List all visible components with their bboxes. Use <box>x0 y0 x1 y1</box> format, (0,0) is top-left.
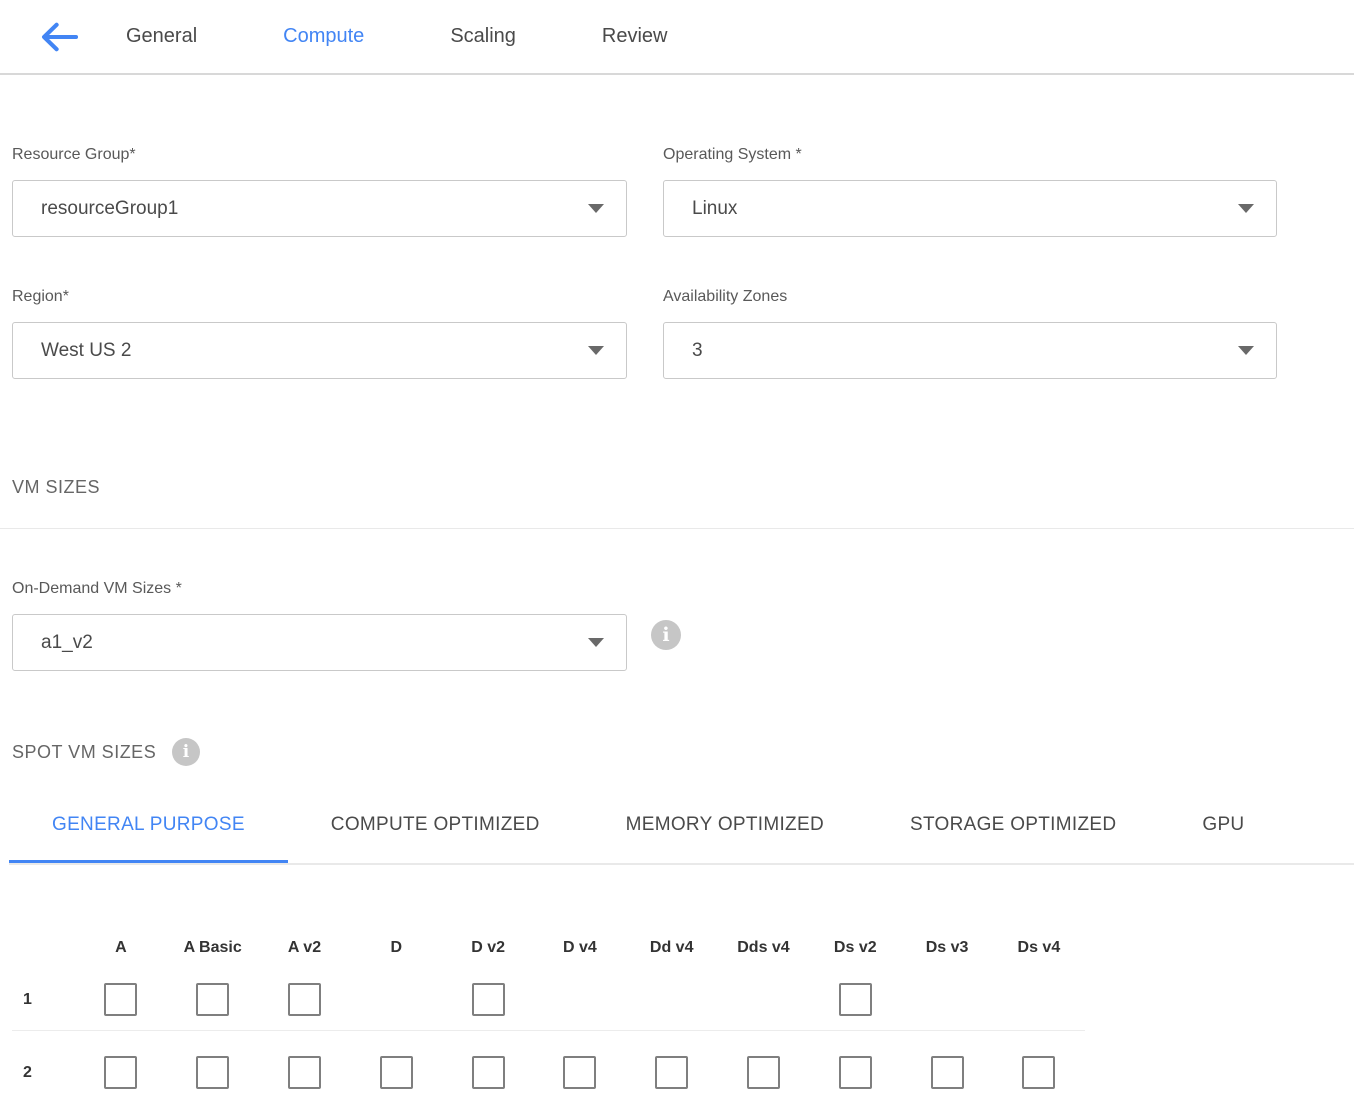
vm-table-header-row: AA BasicA v2DD v2D v4Dd v4Dds v4Ds v2Ds … <box>12 937 1354 958</box>
vm-size-checkbox-ds-v2-row2[interactable] <box>839 1056 872 1089</box>
form-row-2: Region* West US 2 Availability Zones 3 <box>12 287 1354 379</box>
vm-column-header-a-v2: A v2 <box>259 937 351 958</box>
spot-tab-storage-optimized[interactable]: STORAGE OPTIMIZED <box>867 813 1159 865</box>
vm-table-cell <box>75 983 167 1016</box>
vm-size-checkbox-d-v4-row2[interactable] <box>563 1056 596 1089</box>
vm-table-cell <box>350 1056 442 1089</box>
vm-size-checkbox-a-row1[interactable] <box>104 983 137 1016</box>
field-region: Region* West US 2 <box>12 287 627 379</box>
spot-vm-sizes-heading: SPOT VM SIZES i <box>12 738 1354 766</box>
info-glyph: i <box>183 741 190 763</box>
spot-tab-compute-optimized[interactable]: COMPUTE OPTIMIZED <box>288 813 583 865</box>
select-value: West US 2 <box>41 340 131 362</box>
vm-table-cell <box>809 1056 901 1089</box>
on-demand-vm-sizes-select[interactable]: a1_v2 <box>12 614 627 671</box>
form-row-1: Resource Group* resourceGroup1 Operating S… <box>12 145 1354 237</box>
spot-vm-size-table: AA BasicA v2DD v2D v4Dd v4Dds v4Ds v2Ds … <box>12 937 1354 1098</box>
tab-general[interactable]: General <box>126 25 197 48</box>
vm-table-cell <box>993 1056 1085 1089</box>
section-divider <box>0 528 1354 529</box>
vm-size-checkbox-ds-v2-row1[interactable] <box>839 983 872 1016</box>
select-value: a1_v2 <box>41 632 93 654</box>
vm-table-cell <box>259 983 351 1016</box>
vm-table-cell <box>442 983 534 1016</box>
vm-table-cell <box>534 1056 626 1089</box>
select-value: Linux <box>692 198 737 220</box>
info-icon[interactable]: i <box>172 738 200 766</box>
spot-heading-label: SPOT VM SIZES <box>12 741 156 763</box>
vm-size-checkbox-a-basic-row1[interactable] <box>196 983 229 1016</box>
spot-tab-memory-optimized[interactable]: MEMORY OPTIMIZED <box>583 813 867 865</box>
vm-size-checkbox-a-v2-row1[interactable] <box>288 983 321 1016</box>
vm-table-cell <box>718 1056 810 1089</box>
vm-table-cell <box>167 1056 259 1089</box>
vm-size-checkbox-a-basic-row2[interactable] <box>196 1056 229 1089</box>
field-label: Availability Zones <box>663 287 1277 307</box>
step-tabs: General Compute Scaling Review <box>126 25 668 48</box>
info-icon[interactable]: i <box>651 620 681 650</box>
vm-sizes-heading: VM SIZES <box>12 476 1354 498</box>
vm-table-cell <box>442 1056 534 1089</box>
tab-review[interactable]: Review <box>602 25 668 48</box>
vm-column-header-dds-v4: Dds v4 <box>718 937 810 958</box>
row-label: 2 <box>12 1064 75 1082</box>
spot-tab-general-purpose[interactable]: GENERAL PURPOSE <box>9 813 288 865</box>
chevron-down-icon <box>588 204 604 213</box>
vm-size-checkbox-ds-v3-row2[interactable] <box>931 1056 964 1089</box>
vm-table-cell <box>167 983 259 1016</box>
field-resource-group: Resource Group* resourceGroup1 <box>12 145 627 237</box>
on-demand-row: a1_v2 i <box>12 599 1354 671</box>
compute-form: Resource Group* resourceGroup1 Operating S… <box>0 145 1354 1098</box>
vm-table-cell <box>259 1056 351 1089</box>
vm-column-header-a-basic: A Basic <box>167 937 259 958</box>
arrow-left-icon <box>38 20 80 54</box>
operating-system-select[interactable]: Linux <box>663 180 1277 237</box>
chevron-down-icon <box>1238 346 1254 355</box>
chevron-down-icon <box>588 346 604 355</box>
vm-column-header-ds-v4: Ds v4 <box>993 937 1085 958</box>
field-label: Resource Group* <box>12 145 627 165</box>
resource-group-select[interactable]: resourceGroup1 <box>12 180 627 237</box>
tab-compute[interactable]: Compute <box>283 25 364 48</box>
chevron-down-icon <box>588 638 604 647</box>
availability-zones-select[interactable]: 3 <box>663 322 1277 379</box>
vm-column-header-dd-v4: Dd v4 <box>626 937 718 958</box>
vm-column-header-ds-v2: Ds v2 <box>809 937 901 958</box>
info-glyph: i <box>662 624 669 646</box>
vm-size-checkbox-d-v2-row2[interactable] <box>472 1056 505 1089</box>
chevron-down-icon <box>1238 204 1254 213</box>
vm-size-checkbox-a-row2[interactable] <box>104 1056 137 1089</box>
vm-table-cell <box>626 1056 718 1089</box>
top-nav: General Compute Scaling Review <box>0 0 1354 75</box>
vm-size-checkbox-dds-v4-row2[interactable] <box>747 1056 780 1089</box>
spot-tab-gpu[interactable]: GPU <box>1159 813 1287 865</box>
select-value: resourceGroup1 <box>41 198 178 220</box>
vm-column-header-d: D <box>350 937 442 958</box>
field-operating-system: Operating System * Linux <box>663 145 1277 237</box>
vm-column-header-a: A <box>75 937 167 958</box>
field-availability-zones: Availability Zones 3 <box>663 287 1277 379</box>
vm-size-checkbox-d-row2[interactable] <box>380 1056 413 1089</box>
vm-size-checkbox-ds-v4-row2[interactable] <box>1022 1056 1055 1089</box>
vm-column-header-d-v2: D v2 <box>442 937 534 958</box>
vm-table-cell <box>809 983 901 1016</box>
vm-column-header-d-v4: D v4 <box>534 937 626 958</box>
field-label: Operating System * <box>663 145 1277 165</box>
row-label: 1 <box>12 991 75 1009</box>
vm-table-row-2: 2 <box>12 1031 1354 1098</box>
select-value: 3 <box>692 340 703 362</box>
vm-table-row-1: 1 <box>12 958 1354 1030</box>
tab-scaling[interactable]: Scaling <box>450 25 516 48</box>
vm-table-cell <box>75 1056 167 1089</box>
field-label: Region* <box>12 287 627 307</box>
vm-size-checkbox-dd-v4-row2[interactable] <box>655 1056 688 1089</box>
back-button[interactable] <box>38 20 80 54</box>
vm-table-cell <box>901 1056 993 1089</box>
on-demand-label: On-Demand VM Sizes * <box>12 579 1354 599</box>
spot-vm-category-tabs: GENERAL PURPOSECOMPUTE OPTIMIZEDMEMORY O… <box>9 813 1354 865</box>
vm-size-checkbox-a-v2-row2[interactable] <box>288 1056 321 1089</box>
vm-column-header-ds-v3: Ds v3 <box>901 937 993 958</box>
vm-size-checkbox-d-v2-row1[interactable] <box>472 983 505 1016</box>
region-select[interactable]: West US 2 <box>12 322 627 379</box>
